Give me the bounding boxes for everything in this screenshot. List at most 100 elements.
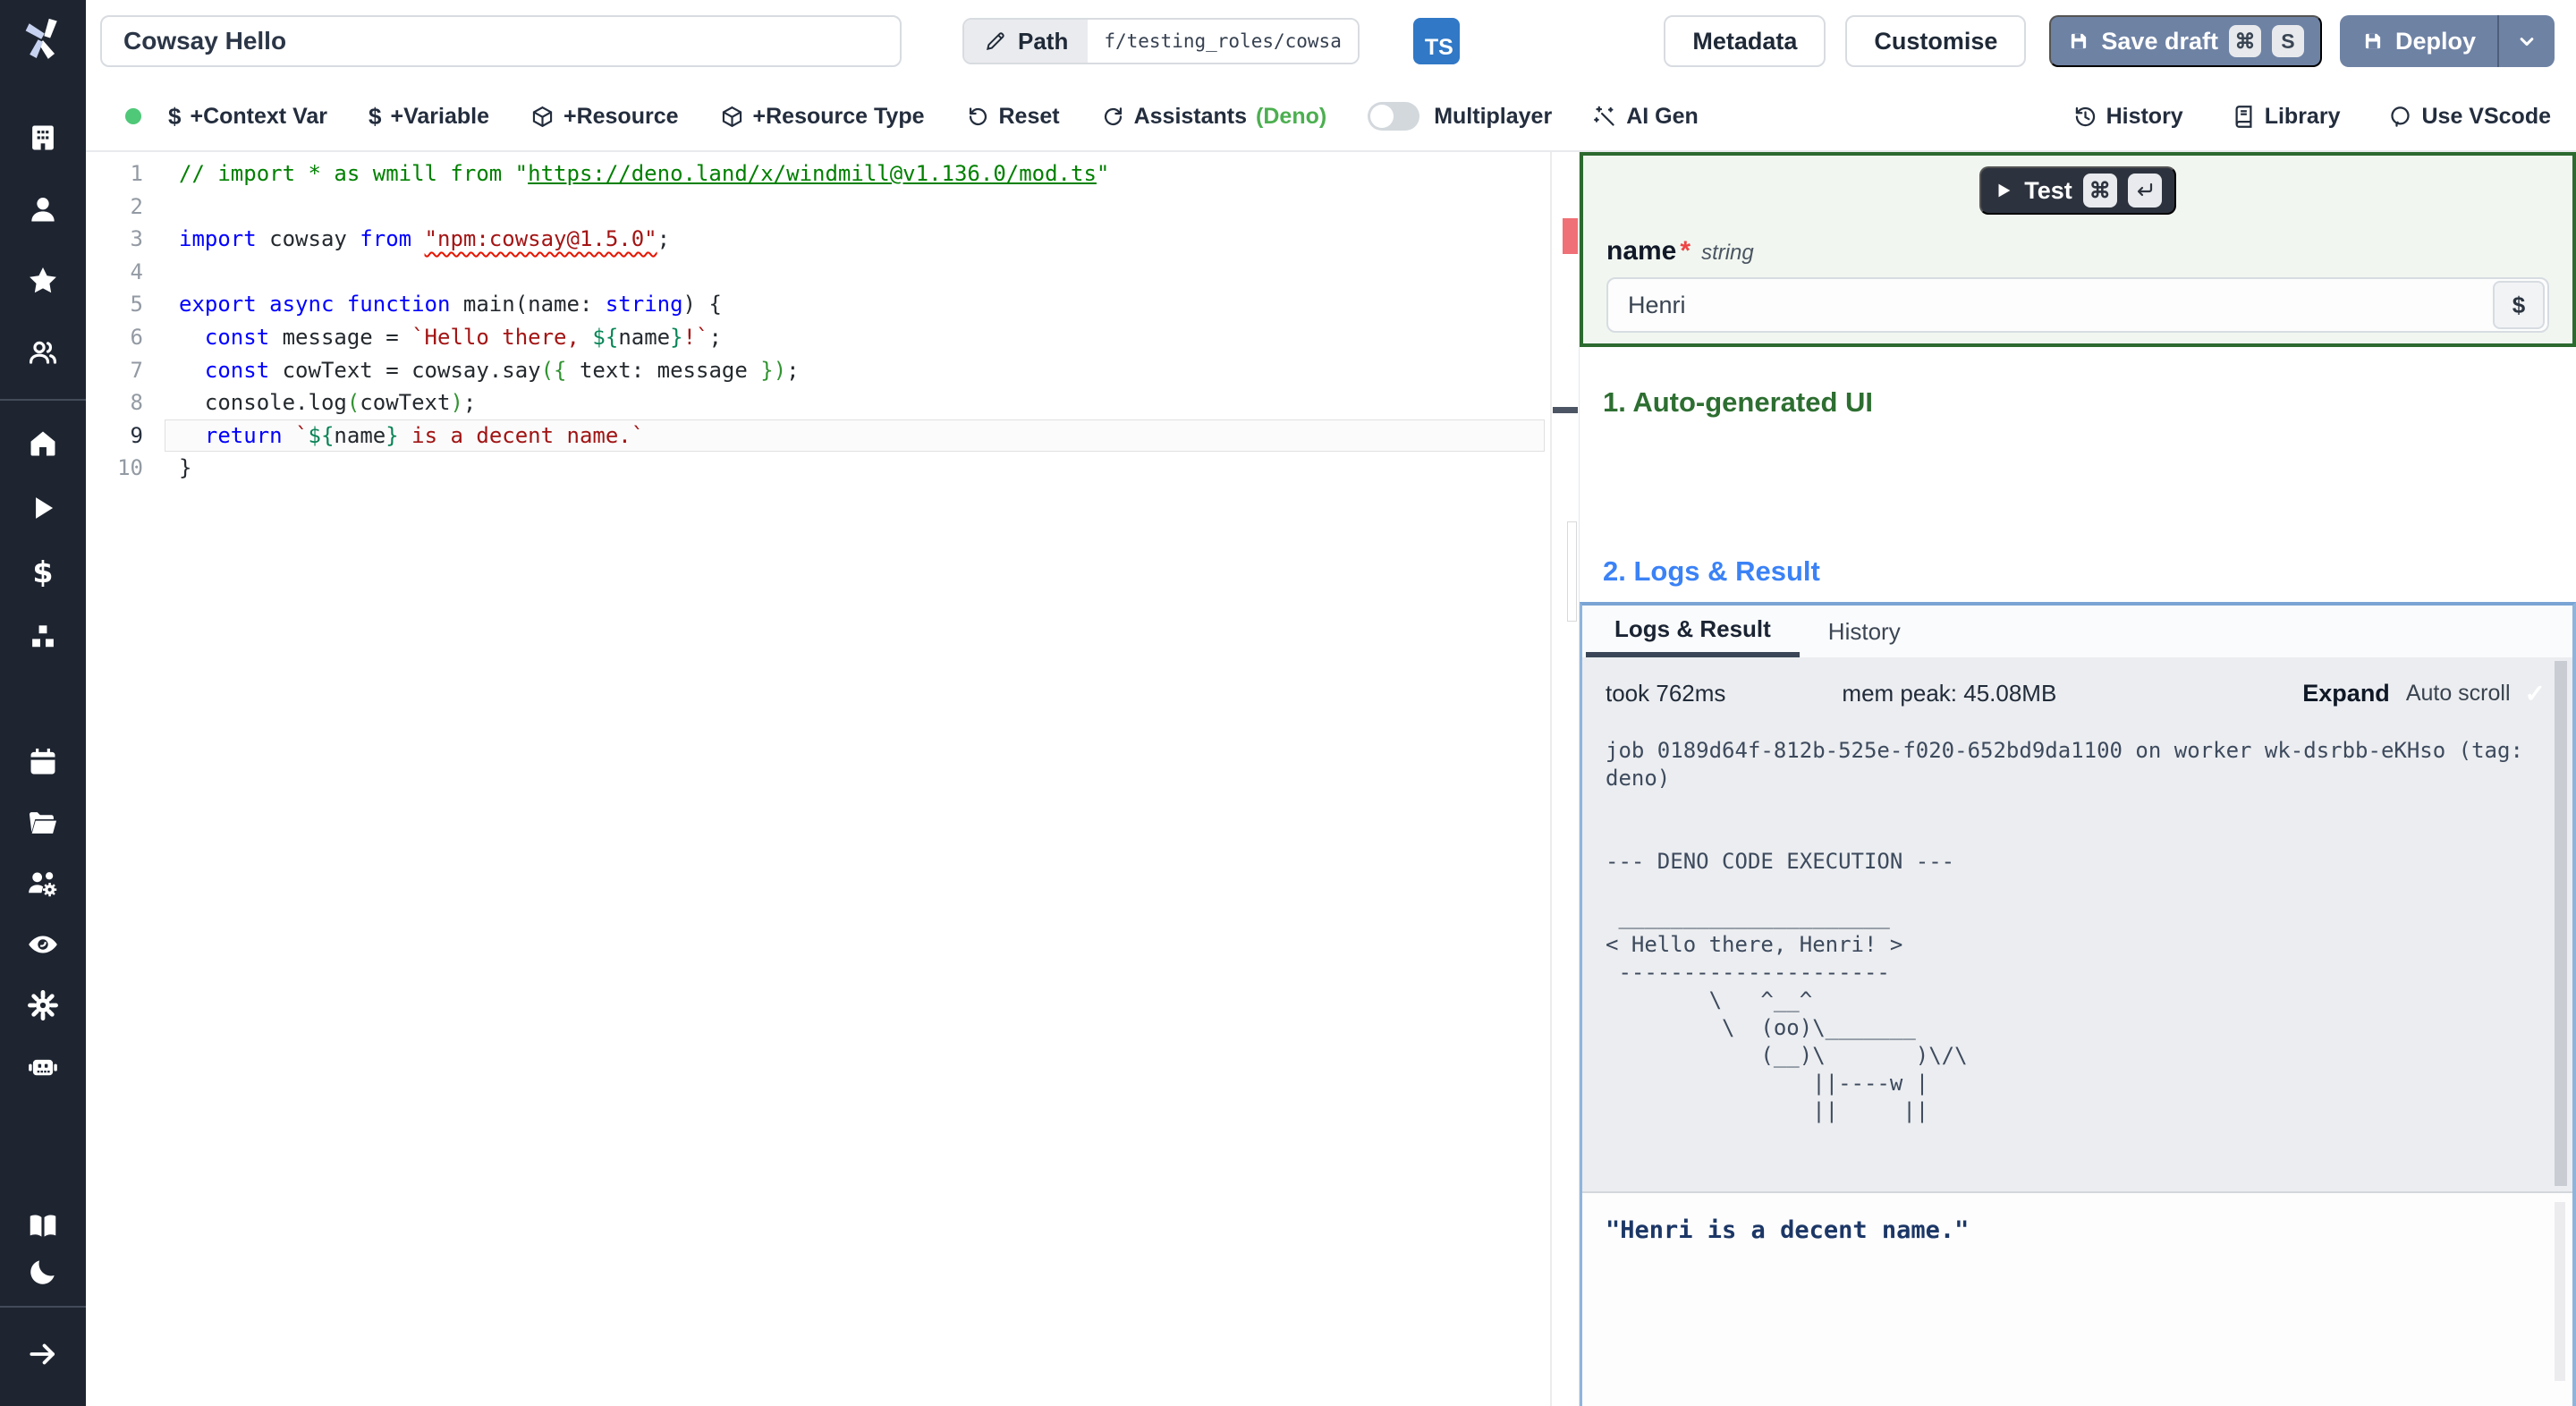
expand-button[interactable]: Expand (2302, 680, 2390, 707)
home-icon (30, 431, 55, 456)
sidebar-item-folders[interactable] (0, 792, 86, 853)
sidebar-item-settings[interactable] (0, 975, 86, 1036)
add-variable-button[interactable]: $ +Variable (369, 103, 489, 131)
windmill-logo-icon[interactable] (19, 13, 67, 63)
assistants-label: Assistants (1133, 103, 1248, 129)
robot-icon (29, 1059, 57, 1076)
logs-tabs: Logs & Result History (1582, 606, 2572, 657)
code-line[interactable]: 6 const message = `Hello there, ${name}!… (86, 321, 1579, 354)
auto-scroll-label[interactable]: Auto scroll (2406, 681, 2511, 707)
path-value[interactable]: f/testing_roles/cowsa (1088, 20, 1358, 63)
library-button[interactable]: Library (2232, 103, 2341, 130)
deploy-label: Deploy (2394, 27, 2476, 55)
metadata-button[interactable]: Metadata (1664, 15, 1826, 67)
result-scrollbar[interactable] (2555, 1202, 2565, 1381)
log-scrollbar[interactable] (2555, 661, 2567, 1186)
result-area: "Henri is a decent name." (1582, 1191, 2572, 1406)
save-draft-button[interactable]: Save draft ⌘ S (2049, 15, 2322, 67)
code-line[interactable]: 10} (86, 452, 1579, 485)
check-icon[interactable]: ✓ (2525, 679, 2546, 708)
tab-logs-result[interactable]: Logs & Result (1586, 606, 1800, 657)
preview-panel: Test ⌘ name * string $ (1579, 152, 2576, 1406)
line-number: 7 (130, 357, 143, 383)
add-context-var-button[interactable]: $ +Context Var (168, 103, 327, 131)
code-line[interactable]: 1// import * as wmill from "https://deno… (86, 157, 1579, 191)
add-resource-type-button[interactable]: +Resource Type (720, 104, 925, 130)
assistants-lang-label: (Deno) (1256, 103, 1327, 129)
sidebar-item-docs[interactable] (0, 1202, 86, 1249)
assistants-button[interactable]: Assistants (Deno) (1101, 103, 1327, 130)
code-line[interactable]: 4 (86, 256, 1579, 289)
code-editor[interactable]: 1// import * as wmill from "https://deno… (86, 152, 1579, 1406)
sidebar-divider (0, 1306, 86, 1308)
deploy-dropdown-button[interactable] (2499, 15, 2555, 67)
editor-scrollbar-thumb[interactable] (1567, 521, 1577, 622)
sidebar-item-theme-toggle[interactable] (0, 1249, 86, 1295)
code-line[interactable]: 2 (86, 191, 1579, 224)
multiplayer-toggle[interactable] (1368, 102, 1420, 131)
star-icon (30, 267, 56, 293)
path-label: Path (1018, 27, 1069, 55)
reset-label: Reset (998, 103, 1060, 129)
line-number: 1 (130, 161, 143, 186)
duration-label: took 762ms (1606, 680, 1726, 707)
name-field-input[interactable] (1606, 277, 2549, 333)
path-button[interactable]: Path f/testing_roles/cowsa (962, 18, 1360, 64)
eye-icon (29, 936, 57, 953)
sidebar-item-favorites[interactable] (0, 245, 86, 317)
auto-generated-ui-heading: 1. Auto-generated UI (1603, 386, 1873, 418)
history-button[interactable]: History (2073, 104, 2183, 130)
sidebar-item-variables[interactable]: $ (0, 540, 86, 605)
library-label: Library (2264, 103, 2341, 129)
history-icon (2075, 106, 2095, 126)
add-resource-type-label: +Resource Type (752, 103, 925, 129)
sidebar-divider (0, 399, 86, 401)
rotate-ccw-icon (969, 106, 987, 125)
editor-toolbar: $ +Context Var $ +Variable +Resource +Re… (86, 82, 2576, 152)
status-dot (125, 108, 141, 124)
script-title-input[interactable] (100, 15, 902, 67)
logs-panel: Logs & Result History took 762ms mem pea… (1580, 602, 2576, 1406)
insert-variable-button[interactable]: $ (2493, 281, 2545, 329)
sidebar-item-groups-admin[interactable] (0, 853, 86, 914)
code-lines: 1// import * as wmill from "https://deno… (86, 157, 1579, 485)
customise-button[interactable]: Customise (1845, 15, 2027, 67)
gear-icon (28, 990, 58, 1021)
sidebar-item-home[interactable] (0, 411, 86, 476)
book-icon (2235, 105, 2252, 128)
sidebar-item-user[interactable] (0, 174, 86, 245)
deploy-button[interactable]: Deploy (2340, 15, 2497, 67)
calendar-icon (30, 748, 55, 775)
sidebar-item-schedules[interactable] (0, 732, 86, 792)
sidebar-item-audit-logs[interactable] (0, 914, 86, 975)
sidebar-item-runs[interactable] (0, 476, 86, 540)
add-resource-button[interactable]: +Resource (530, 104, 679, 130)
use-vscode-label: Use VScode (2421, 103, 2551, 129)
test-section: Test ⌘ name * string $ (1580, 152, 2576, 347)
save-icon (2365, 33, 2381, 49)
code-line[interactable]: 9 return `${name} is a decent name.` (86, 419, 1579, 453)
dollar-icon: $ (168, 102, 182, 130)
dollar-icon: $ (369, 102, 382, 130)
code-line[interactable]: 5 export async function main(name: string… (86, 288, 1579, 321)
code-line[interactable]: 3 import cowsay from "npm:cowsay@1.5.0"; (86, 223, 1579, 256)
tab-history[interactable]: History (1800, 606, 1929, 657)
ai-gen-button[interactable]: AI Gen (1593, 104, 1699, 130)
mem-peak-label: mem peak: 45.08MB (1842, 680, 2057, 707)
book-open-icon (30, 1215, 56, 1237)
code-line[interactable]: 8 console.log(cowText); (86, 386, 1579, 419)
sidebar-expand-button[interactable] (0, 1318, 86, 1390)
use-vscode-button[interactable]: Use VScode (2388, 104, 2551, 130)
error-overview-marker (1563, 218, 1578, 254)
sidebar-item-groups[interactable] (0, 317, 86, 388)
sidebar-item-workers[interactable] (0, 1036, 86, 1097)
sidebar-item-resources[interactable] (0, 605, 86, 669)
field-name-label: name (1606, 236, 1677, 266)
svg-text:$: $ (32, 555, 53, 589)
code-line[interactable]: 7 const cowText = cowsay.say({ text: mes… (86, 354, 1579, 387)
reset-button[interactable]: Reset (966, 104, 1060, 130)
save-draft-label: Save draft (2101, 27, 2218, 55)
test-button[interactable]: Test ⌘ (1979, 166, 2176, 215)
sidebar-item-workspace[interactable] (0, 102, 86, 174)
refresh-icon (1104, 106, 1122, 125)
